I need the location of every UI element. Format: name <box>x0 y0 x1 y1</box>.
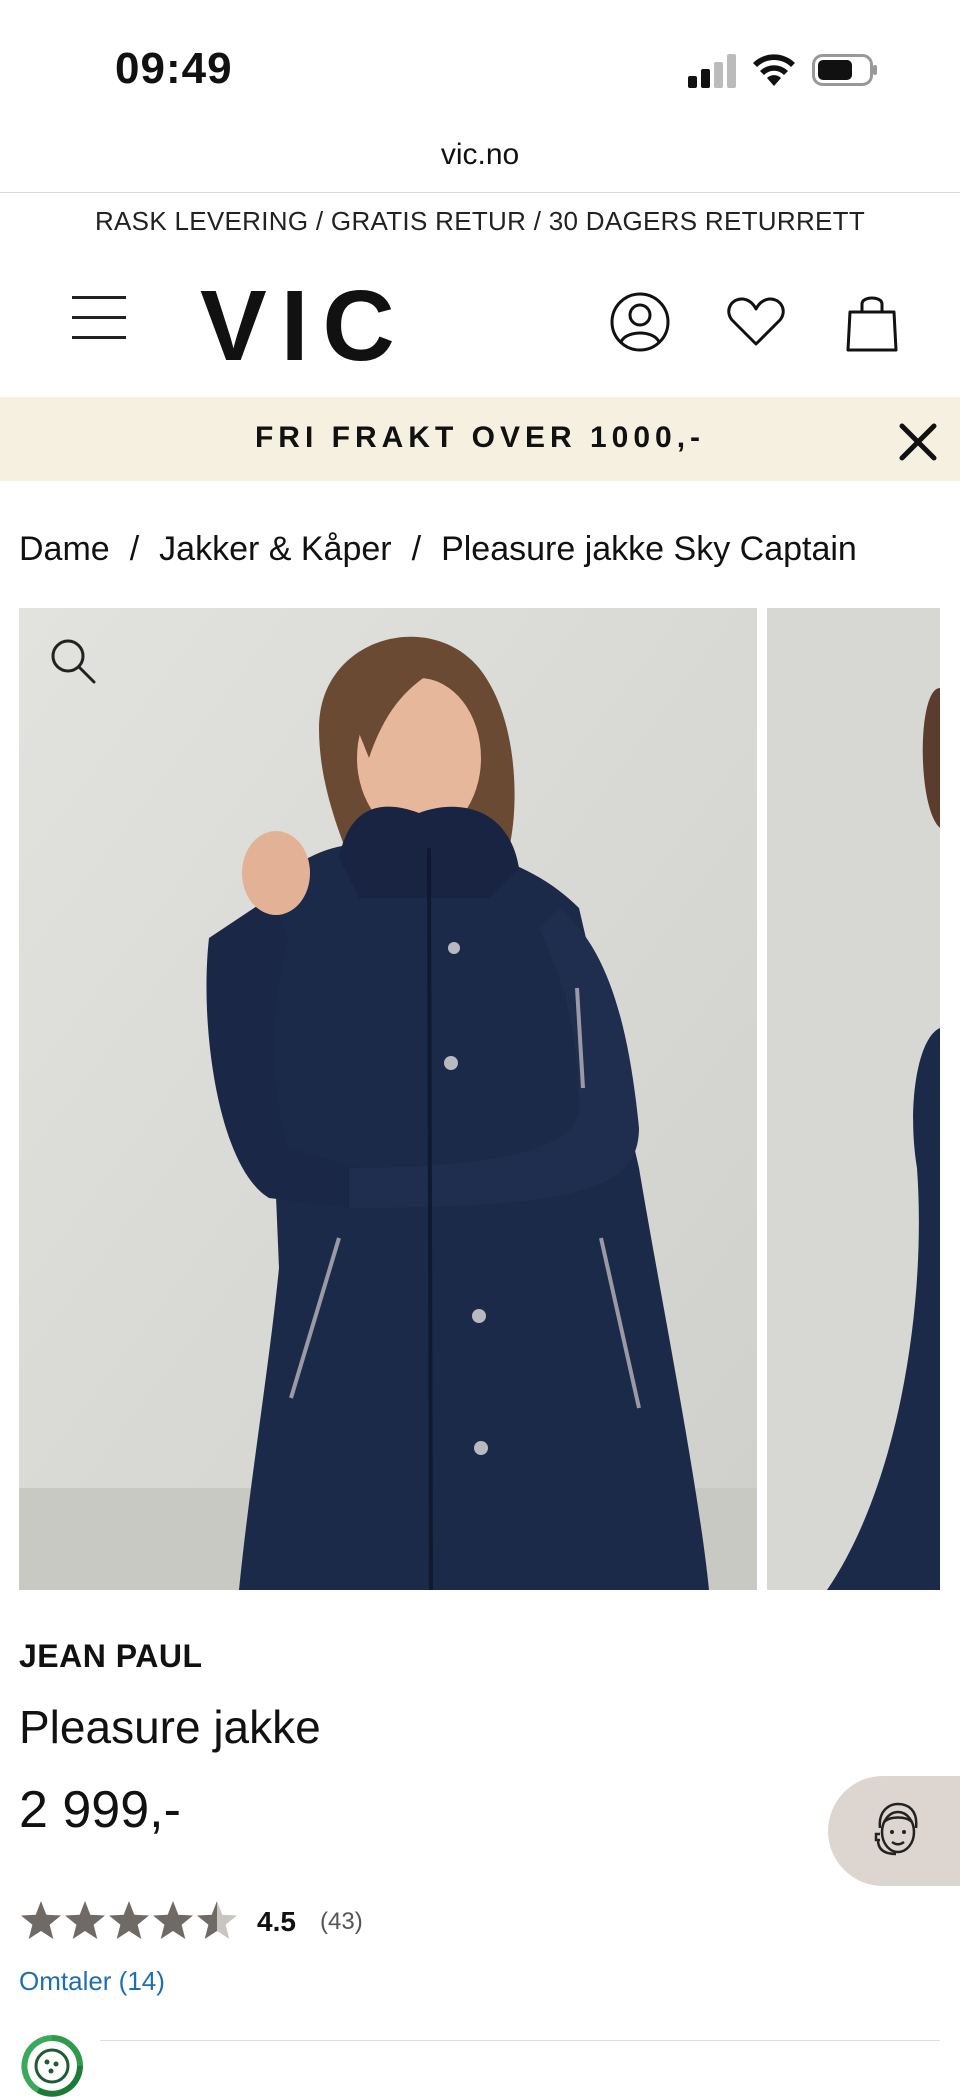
breadcrumb-dame[interactable]: Dame <box>19 530 110 568</box>
product-brand[interactable]: JEAN PAUL <box>19 1638 202 1675</box>
svg-text:VIC: VIC <box>200 270 409 370</box>
menu-icon <box>72 296 126 299</box>
url-divider <box>0 192 960 193</box>
rating-stars[interactable] <box>19 1900 239 1944</box>
breadcrumb-current: Pleasure jakke Sky Captain <box>441 530 857 568</box>
reviews-link[interactable]: Omtaler (14) <box>19 1966 165 1997</box>
star-icon <box>153 1901 193 1939</box>
star-icon <box>197 1901 237 1939</box>
heart-icon[interactable] <box>724 290 788 354</box>
star-icon <box>65 1901 105 1939</box>
account-icon[interactable] <box>608 290 672 354</box>
browser-url[interactable]: vic.no <box>0 138 960 172</box>
battery-icon <box>812 54 877 86</box>
star-icon <box>109 1901 149 1939</box>
product-name: Pleasure jakke <box>19 1701 321 1753</box>
customer-service-button[interactable] <box>828 1776 960 1886</box>
support-agent-icon <box>874 1802 918 1856</box>
product-price: 2 999,- <box>19 1781 181 1839</box>
bag-icon[interactable] <box>840 290 904 354</box>
rating-value: 4.5 <box>257 1906 296 1937</box>
usp-line: RASK LEVERING / GRATIS RETUR / 30 DAGERS… <box>94 206 866 236</box>
close-icon[interactable] <box>894 418 942 466</box>
breadcrumb: Dame / Jakker & Kåper / Pleasure jakke Sky C… <box>19 530 857 568</box>
banner-text: FRI FRAKT OVER 1000,- <box>254 421 706 454</box>
product-photo <box>19 608 757 1590</box>
product-image-secondary[interactable] <box>767 608 940 1590</box>
eco-badge-icon[interactable] <box>18 2032 86 2100</box>
menu-button[interactable] <box>72 296 128 340</box>
product-image-main[interactable] <box>19 608 757 1590</box>
status-time: 09:49 <box>115 44 233 93</box>
wifi-icon <box>753 54 795 86</box>
breadcrumb-jakker[interactable]: Jakker & Kåper <box>159 530 391 568</box>
product-photo-secondary <box>767 608 940 1590</box>
review-count[interactable]: (43) <box>320 1908 363 1936</box>
cellular-signal-icon <box>688 54 736 88</box>
divider <box>100 2040 940 2041</box>
star-icon <box>21 1901 61 1939</box>
zoom-icon[interactable] <box>48 636 98 686</box>
vic-logo[interactable]: VIC <box>200 270 420 370</box>
